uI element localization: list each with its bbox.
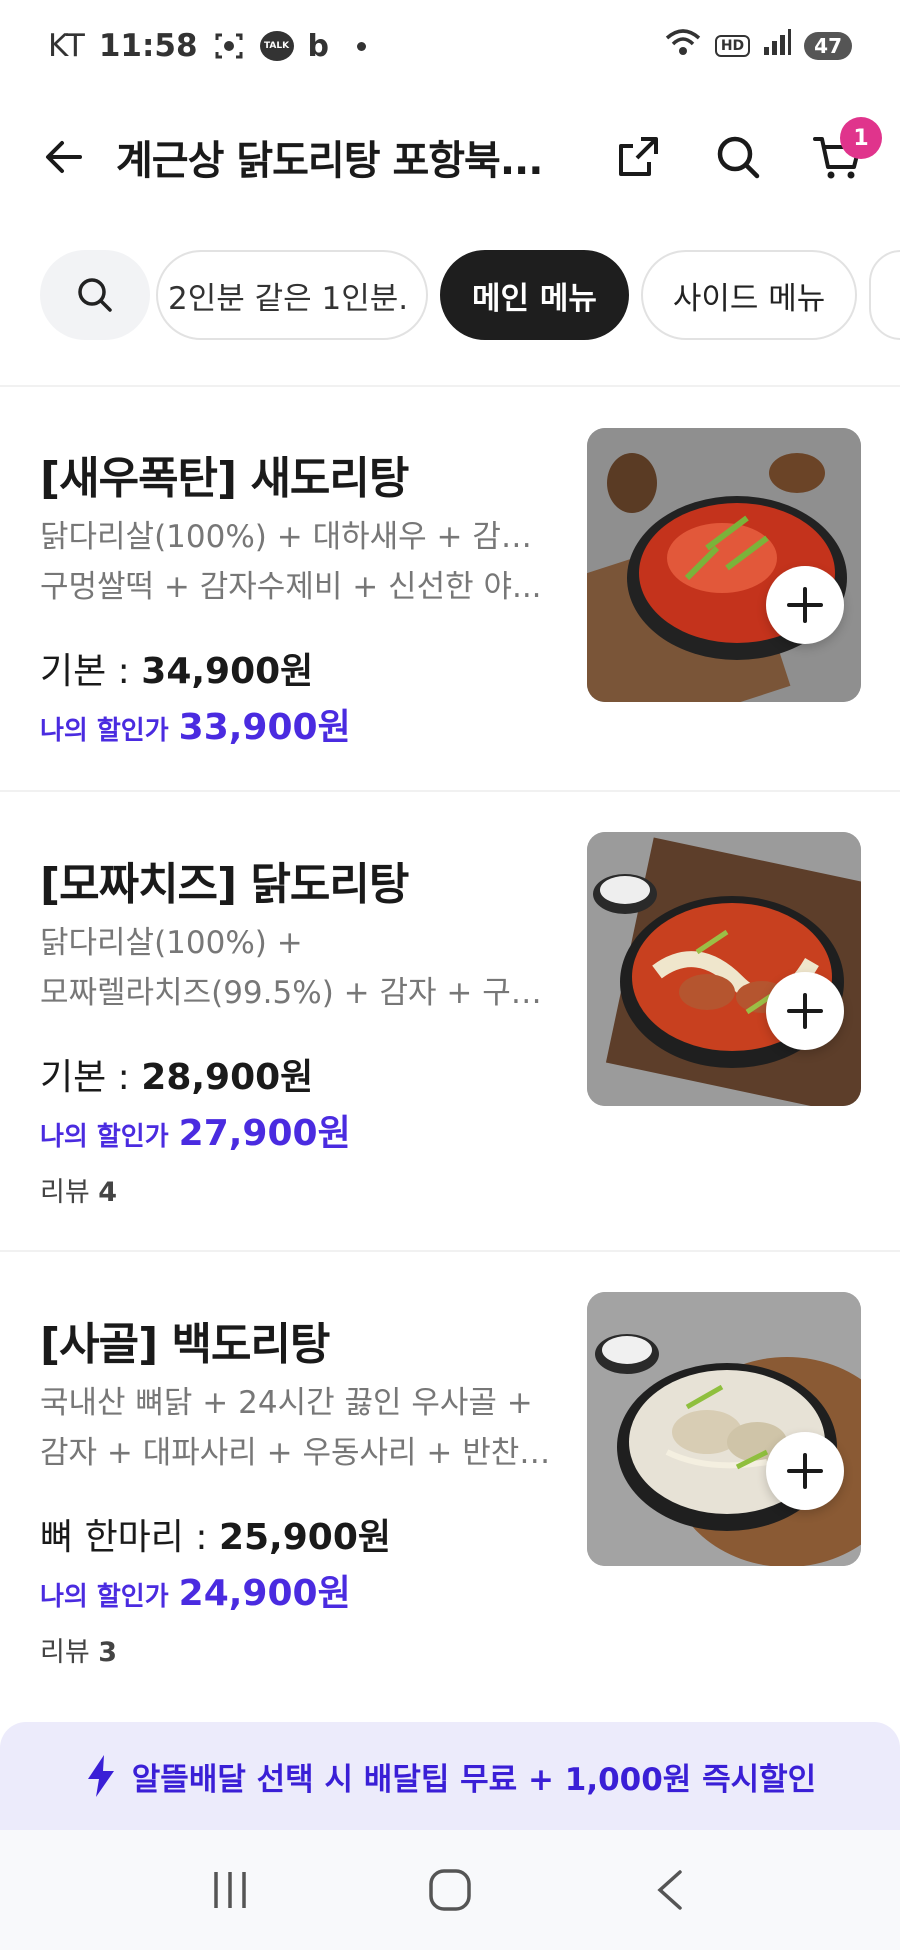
system-back-button[interactable] xyxy=(630,1850,710,1930)
menu-item-description: 국내산 뼈닭 + 24시간 끓인 우사골 + 감자 + 대파사리 + 우동사리 … xyxy=(40,1378,560,1478)
battery-icon: 47 xyxy=(804,32,852,60)
plus-icon xyxy=(787,1453,823,1489)
chip-single-portion[interactable]: 2인분 같은 1인분. xyxy=(156,250,428,340)
menu-item-price: 뼈 한마리 : 25,900원 xyxy=(40,1508,391,1560)
menu-item-price: 기본 : 34,900원 xyxy=(40,642,313,694)
header-actions: 1 xyxy=(608,117,882,187)
description-line: 닭다리살(100%) + 대하새우 + 감자 + xyxy=(40,519,560,555)
recent-apps-icon xyxy=(214,1872,246,1908)
description-line: 감자 + 대파사리 + 우동사리 + 반찬 /... xyxy=(40,1435,560,1471)
menu-item-name: [모짜치즈] 닭도리탕 xyxy=(40,859,409,910)
menu-item-review[interactable]: 리뷰 3 xyxy=(40,1630,117,1669)
search-icon xyxy=(78,278,112,312)
home-button[interactable] xyxy=(410,1850,490,1930)
price-label: 기본 : xyxy=(40,651,142,692)
status-left: KT 11:58 TALK b xyxy=(48,28,367,64)
price-label: 뼈 한마리 : xyxy=(40,1517,219,1558)
cart-button[interactable]: 1 xyxy=(808,117,882,187)
screenshot-icon xyxy=(212,29,246,63)
notification-dot-icon xyxy=(357,41,367,51)
discount-price: 27,900원 xyxy=(178,1113,351,1154)
add-to-cart-button[interactable] xyxy=(766,972,844,1050)
menu-item-discount: 나의 할인가 27,900원 xyxy=(40,1104,351,1156)
discount-label: 나의 할인가 xyxy=(40,1582,169,1612)
menu-item-photo[interactable] xyxy=(587,832,861,1106)
app-notification-icon: b xyxy=(307,28,330,64)
share-button[interactable] xyxy=(608,127,668,187)
menu-item[interactable]: [사골] 백도리탕 국내산 뼈닭 + 24시간 끓인 우사골 + 감자 + 대파… xyxy=(0,1252,900,1712)
chip-main-menu[interactable]: 메인 메뉴 xyxy=(440,250,629,340)
review-label: 리뷰 xyxy=(40,1637,99,1668)
add-to-cart-button[interactable] xyxy=(766,1432,844,1510)
description-line: 국내산 뼈닭 + 24시간 끓인 우사골 + xyxy=(40,1385,533,1421)
menu-item-description: 닭다리살(100%) + 대하새우 + 감자 + 구멍쌀떡 + 감자수제비 + … xyxy=(40,512,560,612)
price-amount: 28,900원 xyxy=(141,1057,314,1098)
chip-side-menu[interactable]: 사이드 메뉴 xyxy=(640,250,858,340)
discount-price: 33,900원 xyxy=(178,707,351,748)
back-button[interactable] xyxy=(36,129,92,185)
chip-next-partial[interactable] xyxy=(869,250,900,340)
system-navigation-bar xyxy=(0,1830,900,1950)
delivery-promo-banner[interactable]: 알뜰배달 선택 시 배달팁 무료 + 1,000원 즉시할인 xyxy=(0,1722,900,1830)
white-stew-image xyxy=(587,1292,861,1566)
price-amount: 34,900원 xyxy=(141,651,314,692)
review-label: 리뷰 xyxy=(40,1177,99,1208)
description-line: 닭다리살(100%) + xyxy=(40,925,303,961)
share-icon xyxy=(619,137,658,176)
wifi-icon xyxy=(663,26,703,66)
mozzarella-stew-image xyxy=(587,832,861,1106)
price-label: 기본 : xyxy=(40,1057,142,1098)
review-count: 3 xyxy=(98,1637,118,1668)
home-icon xyxy=(429,1869,471,1911)
menu-item-discount: 나의 할인가 24,900원 xyxy=(40,1564,351,1616)
clock: 11:58 xyxy=(98,28,198,64)
menu-item-name: [새우폭탄] 새도리탕 xyxy=(40,453,409,504)
menu-item-review[interactable]: 리뷰 4 xyxy=(40,1170,117,1209)
menu-search-button[interactable] xyxy=(40,250,150,340)
discount-label: 나의 할인가 xyxy=(40,1122,169,1152)
discount-price: 24,900원 xyxy=(178,1573,351,1614)
category-chips: 2인분 같은 1인분. 메인 메뉴 사이드 메뉴 xyxy=(0,250,900,342)
search-icon xyxy=(717,136,760,179)
chevron-left-icon xyxy=(657,1870,682,1910)
header: 계근상 닭도리탕 포항북... 1 xyxy=(0,92,900,222)
cart-count-badge: 1 xyxy=(840,117,882,159)
signal-icon xyxy=(762,27,792,65)
menu-item-photo[interactable] xyxy=(587,428,861,702)
menu-item-discount: 나의 할인가 33,900원 xyxy=(40,698,351,750)
plus-icon xyxy=(787,993,823,1029)
promo-text: 알뜰배달 선택 시 배달팁 무료 + 1,000원 즉시할인 xyxy=(131,1761,817,1798)
menu-item[interactable]: [모짜치즈] 닭도리탕 닭다리살(100%) + 모짜렐라치즈(99.5%) +… xyxy=(0,792,900,1250)
plus-icon xyxy=(787,587,823,623)
menu-item[interactable]: [새우폭탄] 새도리탕 닭다리살(100%) + 대하새우 + 감자 + 구멍쌀… xyxy=(0,386,900,790)
store-title: 계근상 닭도리탕 포항북... xyxy=(116,138,543,184)
shrimp-stew-image xyxy=(587,428,861,702)
lightning-icon xyxy=(87,1755,114,1797)
status-right: HD 47 xyxy=(663,26,852,66)
menu-item-photo[interactable] xyxy=(587,1292,861,1566)
menu-item-name: [사골] 백도리탕 xyxy=(40,1319,330,1370)
price-amount: 25,900원 xyxy=(218,1517,391,1558)
carrier-label: KT xyxy=(48,28,85,64)
description-line: 모짜렐라치즈(99.5%) + 감자 + 구멍... xyxy=(40,975,560,1011)
back-arrow-icon xyxy=(46,141,82,173)
menu-item-price: 기본 : 28,900원 xyxy=(40,1048,313,1100)
search-button[interactable] xyxy=(708,127,768,187)
discount-label: 나의 할인가 xyxy=(40,716,169,746)
description-line: 구멍쌀떡 + 감자수제비 + 신선한 야... xyxy=(40,569,542,605)
status-bar: KT 11:58 TALK b HD 47 xyxy=(0,0,900,92)
review-count: 4 xyxy=(98,1177,118,1208)
add-to-cart-button[interactable] xyxy=(766,566,844,644)
recent-apps-button[interactable] xyxy=(190,1850,270,1930)
kakaotalk-icon: TALK xyxy=(259,31,294,61)
menu-item-description: 닭다리살(100%) + 모짜렐라치즈(99.5%) + 감자 + 구멍... xyxy=(40,918,560,1018)
hd-icon: HD xyxy=(714,35,751,57)
